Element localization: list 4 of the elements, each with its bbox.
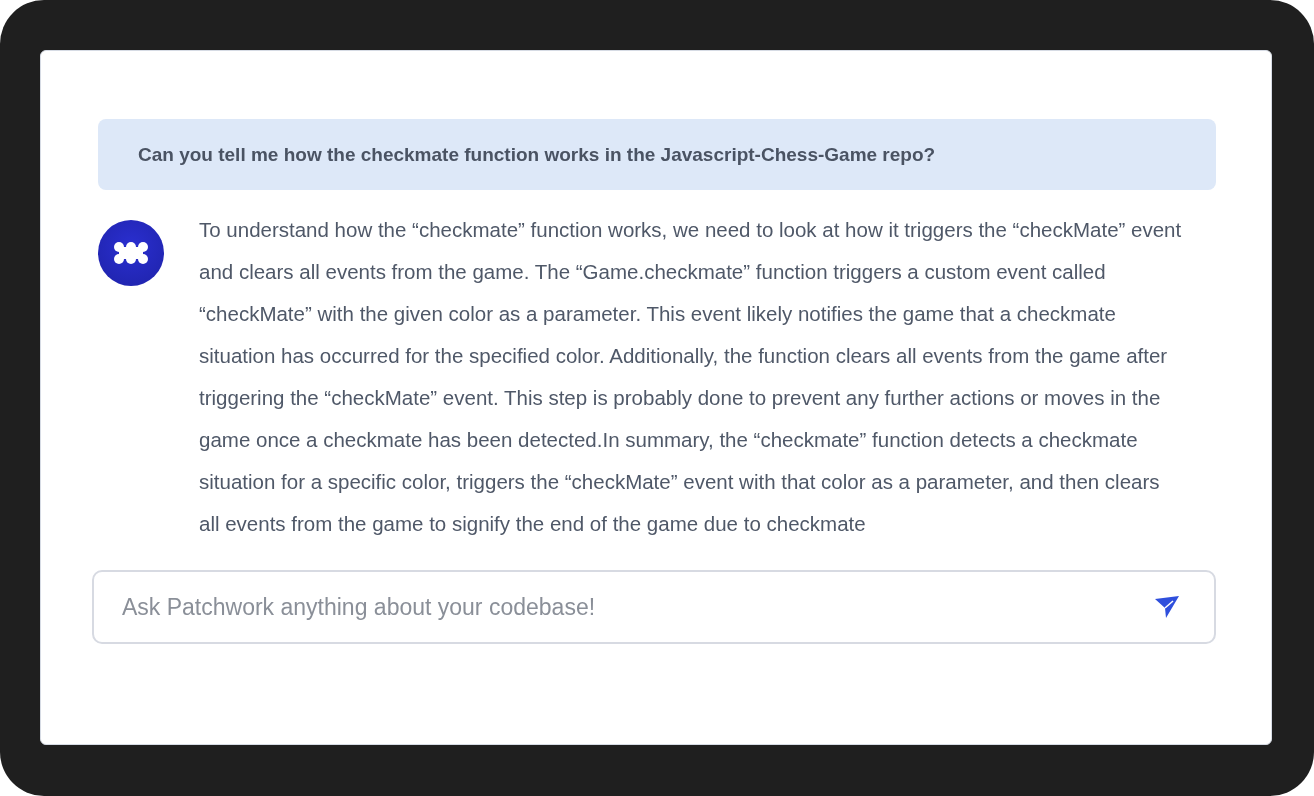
chat-input-field[interactable]: Ask Patchwork anything about your codebase! (92, 570, 1216, 644)
answer-message: To understand how the “checkmate” function works, we need to look at how it triggers the “checkMate” event and clears all events from the game. The “Game.checkmate” function triggers a custom event called “checkMate” with the given color as a parameter. This event likely notifies the game that a checkmate situation has occurred for the specified color. Additionally, the function clears all events from the game after triggering the “checkMate” event. This step is probably done to prevent any further actions or moves in the game once a checkmate has been detected.In summary, the “checkmate” function detects a checkmate situation for a specific color, triggers the “checkMate” event with that color as a parameter, and then clears all events from the game to signify the end of the game due to checkmate (199, 217, 1183, 537)
question-message: Can you tell me how the checkmate function works in the Javascript-Chess-Game repo? (98, 119, 1216, 190)
send-icon[interactable] (1154, 595, 1180, 619)
